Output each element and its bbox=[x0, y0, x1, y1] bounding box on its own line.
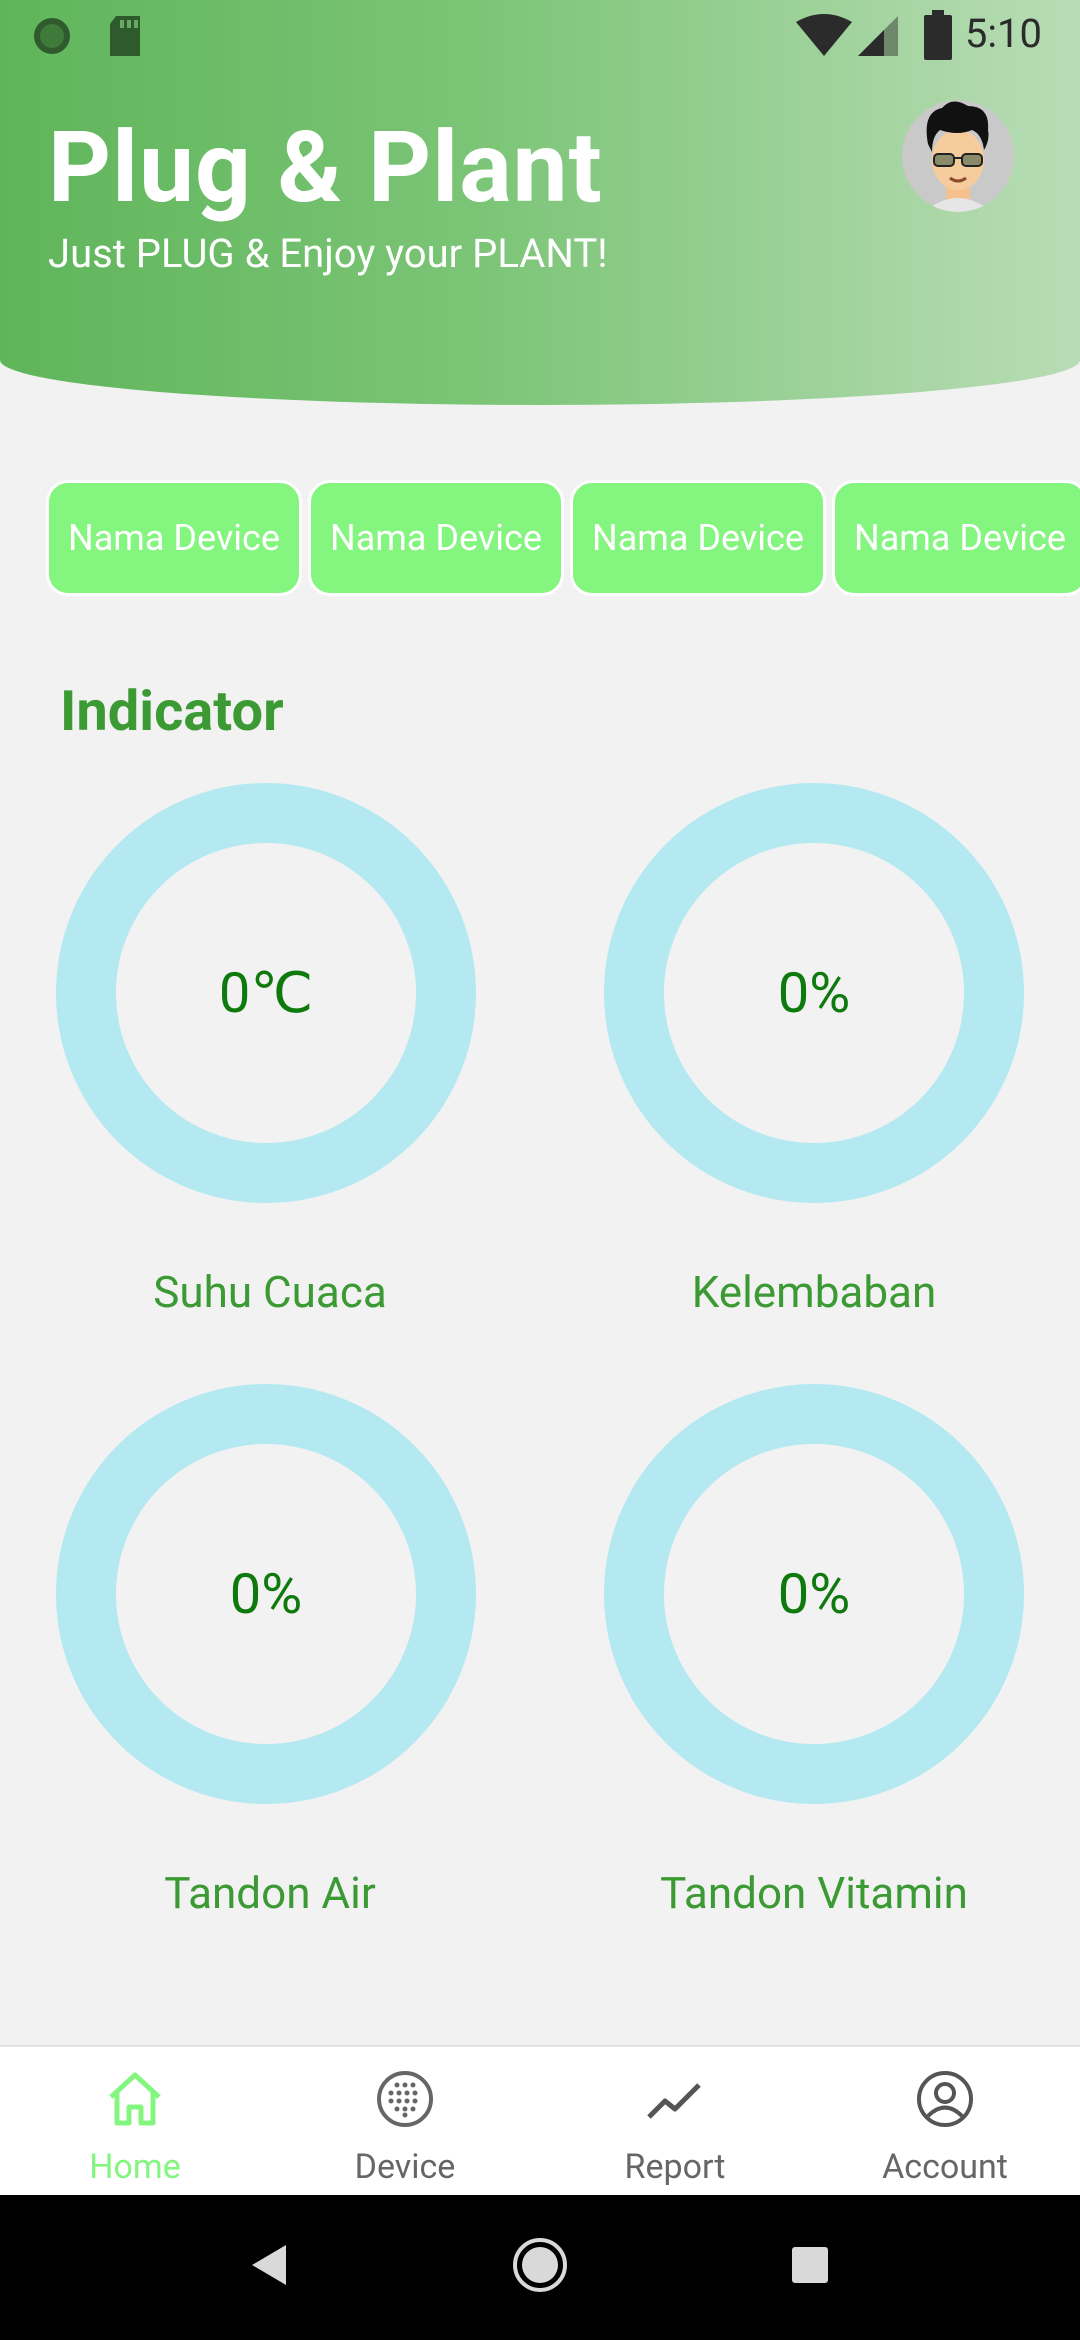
sd-card-icon bbox=[110, 16, 140, 56]
indicator-title: Indicator bbox=[60, 678, 284, 744]
battery-icon bbox=[924, 10, 952, 60]
nav-item-home[interactable]: Home bbox=[0, 2047, 270, 2197]
recents-icon[interactable] bbox=[790, 2245, 830, 2285]
report-icon bbox=[647, 2083, 701, 2119]
home-button-icon[interactable] bbox=[512, 2237, 568, 2293]
device-icon bbox=[377, 2071, 433, 2127]
nav-label: Home bbox=[89, 2147, 181, 2187]
device-chip[interactable]: Nama Device bbox=[46, 480, 302, 596]
nav-item-account[interactable]: Account bbox=[810, 2047, 1080, 2197]
app-title: Plug & Plant bbox=[48, 110, 603, 225]
profile-avatar[interactable] bbox=[902, 100, 1014, 212]
status-time: 5:10 bbox=[964, 10, 1042, 57]
app-subtitle: Just PLUG & Enjoy your PLANT! bbox=[48, 230, 608, 277]
gauge-label: Tandon Air bbox=[164, 1867, 376, 1919]
water-tank-gauge: 0% bbox=[56, 1384, 476, 1804]
temperature-gauge: 0℃ bbox=[56, 783, 476, 1203]
nav-label: Report bbox=[624, 2147, 726, 2187]
gauge-label: Kelembaban bbox=[691, 1266, 937, 1318]
gauge-label: Tandon Vitamin bbox=[660, 1867, 968, 1919]
avatar-face-icon bbox=[902, 100, 1014, 212]
back-icon[interactable] bbox=[250, 2243, 290, 2287]
sync-status-icon bbox=[34, 18, 70, 54]
gauge-value: 0% bbox=[777, 1561, 851, 1627]
wifi-icon bbox=[796, 14, 852, 56]
bottom-navigation: Home Device Report Account bbox=[0, 2045, 1080, 2197]
status-bar: 5:10 bbox=[0, 0, 1080, 72]
gauge-value: 0% bbox=[777, 960, 851, 1026]
system-navigation-bar bbox=[0, 2195, 1080, 2340]
device-chip[interactable]: Nama Device bbox=[832, 480, 1080, 596]
nav-item-device[interactable]: Device bbox=[270, 2047, 540, 2197]
account-icon bbox=[917, 2071, 973, 2127]
gauge-label: Suhu Cuaca bbox=[153, 1266, 387, 1318]
device-chip[interactable]: Nama Device bbox=[570, 480, 826, 596]
nav-label: Device bbox=[354, 2147, 456, 2187]
cell-signal-icon bbox=[858, 16, 898, 56]
gauge-value: 0% bbox=[229, 1561, 303, 1627]
nav-item-report[interactable]: Report bbox=[540, 2047, 810, 2197]
nav-label: Account bbox=[882, 2147, 1008, 2187]
gauge-value: 0℃ bbox=[218, 960, 314, 1026]
vitamin-tank-gauge: 0% bbox=[604, 1384, 1024, 1804]
humidity-gauge: 0% bbox=[604, 783, 1024, 1203]
device-chip-list: Nama Device Nama Device Nama Device Nama De… bbox=[46, 480, 1080, 602]
home-icon bbox=[109, 2072, 161, 2126]
device-chip[interactable]: Nama Device bbox=[308, 480, 564, 596]
